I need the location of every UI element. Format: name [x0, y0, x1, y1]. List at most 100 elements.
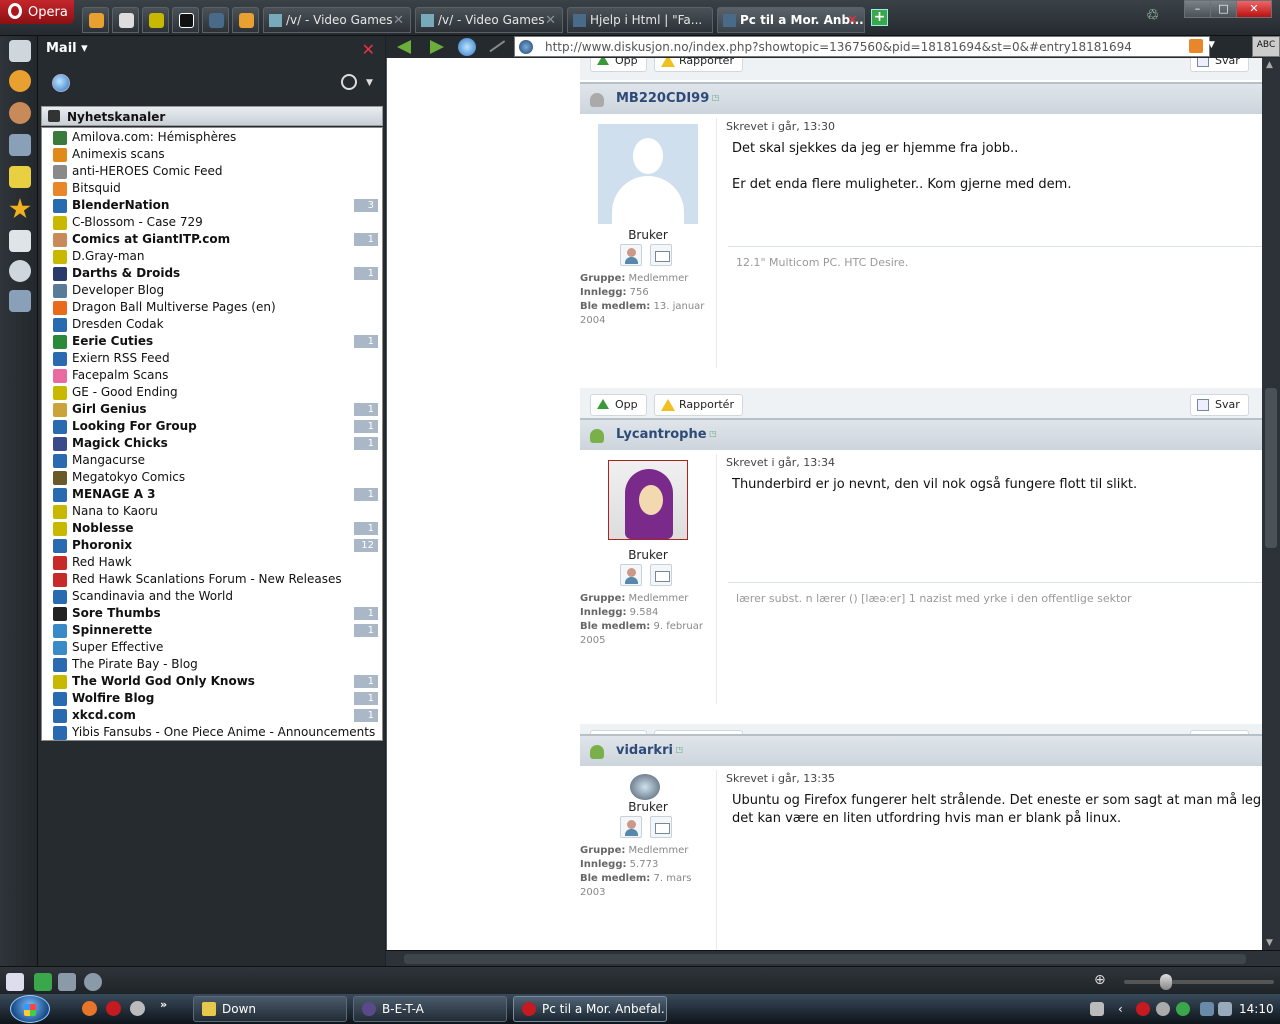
opera-tray-icon[interactable]	[1136, 1002, 1150, 1016]
search-input[interactable]: ABC	[1252, 36, 1280, 57]
feed-item[interactable]: Exiern RSS Feed	[42, 350, 382, 367]
chevron-down-icon[interactable]: ▼	[1208, 40, 1215, 50]
author-link[interactable]: MB220CDI99	[616, 91, 719, 106]
forward-button[interactable]	[426, 38, 448, 56]
edit-icon[interactable]	[484, 33, 506, 53]
feed-item[interactable]: The Pirate Bay - Blog	[42, 656, 382, 673]
feed-item[interactable]: Nana to Kaoru	[42, 503, 382, 520]
tab-pc-til-mor[interactable]: Pc til a Mor. Anb... ✕	[717, 7, 865, 33]
firefox-icon[interactable]	[82, 1001, 97, 1016]
scroll-up-icon[interactable]: ▲	[1266, 60, 1273, 70]
vertical-scrollbar[interactable]: ▲ ▼	[1262, 58, 1280, 950]
profile-icon[interactable]	[620, 816, 642, 838]
chevron-down-icon[interactable]: ▼	[366, 78, 373, 88]
send-message-icon[interactable]	[650, 564, 672, 586]
scroll-down-icon[interactable]: ▼	[1266, 938, 1273, 948]
windows-panel-icon[interactable]	[9, 40, 31, 62]
contacts-panel-icon[interactable]	[9, 102, 31, 124]
feed-item[interactable]: Dresden Codak	[42, 316, 382, 333]
rss-icon[interactable]	[1189, 39, 1203, 53]
feed-item[interactable]: C-Blossom - Case 729	[42, 214, 382, 231]
feed-item[interactable]: Amilova.com: Hémisphères	[42, 129, 382, 146]
feed-item[interactable]: Red Hawk Scanlations Forum - New Release…	[42, 571, 382, 588]
minimize-button[interactable]: –	[1184, 0, 1211, 18]
feed-item[interactable]: Girl Genius 1	[42, 401, 382, 418]
scrollbar-thumb[interactable]	[404, 954, 1246, 964]
author-link[interactable]: vidarkri	[616, 743, 683, 758]
up-button[interactable]: Opp	[590, 394, 647, 416]
trash-icon[interactable]: ♲	[1146, 6, 1164, 26]
reply-button[interactable]: Svar	[1190, 58, 1249, 72]
pinned-tab-1[interactable]	[82, 7, 109, 33]
mail-panel-icon[interactable]	[9, 70, 31, 92]
feed-item[interactable]: Yibis Fansubs - One Piece Anime - Announ…	[42, 724, 382, 740]
close-panel-icon[interactable]: ✕	[362, 40, 375, 59]
pinned-tab-4[interactable]	[172, 7, 199, 33]
up-button[interactable]: Opp	[590, 58, 647, 72]
task-opera[interactable]: Pc til a Mor. Anbefal...	[513, 996, 667, 1022]
close-window-button[interactable]: ✕	[1236, 0, 1272, 18]
scrollbar-thumb[interactable]	[1265, 388, 1277, 548]
keyboard-icon[interactable]	[1090, 1002, 1104, 1016]
more-chevron-icon[interactable]: »	[160, 998, 167, 1011]
feed-item[interactable]: Dragon Ball Multiverse Pages (en)	[42, 299, 382, 316]
feed-item[interactable]: Sore Thumbs 1	[42, 605, 382, 622]
feed-item[interactable]: Looking For Group 1	[42, 418, 382, 435]
feed-item[interactable]: Bitsquid	[42, 180, 382, 197]
profile-icon[interactable]	[620, 244, 642, 266]
feed-item[interactable]: Darths & Droids 1	[42, 265, 382, 282]
reload-icon[interactable]	[458, 38, 476, 56]
profile-icon[interactable]	[620, 564, 642, 586]
reply-button[interactable]: Svar	[1190, 394, 1249, 416]
quicklaunch-icon[interactable]	[130, 1001, 145, 1016]
wand-icon[interactable]	[1229, 38, 1245, 56]
zoom-slider-handle[interactable]	[1160, 974, 1172, 990]
sync-icon[interactable]	[34, 973, 52, 991]
tools-panel-icon[interactable]	[9, 290, 31, 312]
check-mail-icon[interactable]	[52, 74, 70, 92]
pinned-tab-2[interactable]	[112, 7, 139, 33]
feed-item[interactable]: GE - Good Ending	[42, 384, 382, 401]
tab-video-games-2[interactable]: /v/ - Video Games ✕	[415, 7, 563, 33]
report-button[interactable]: Rapportér	[654, 58, 743, 72]
feed-item[interactable]: Red Hawk	[42, 554, 382, 571]
task-beta[interactable]: B-E-T-A	[353, 996, 507, 1022]
start-button[interactable]	[10, 995, 50, 1023]
feed-item[interactable]: The World God Only Knows 1	[42, 673, 382, 690]
feed-item[interactable]: anti-HEROES Comic Feed	[42, 163, 382, 180]
send-message-icon[interactable]	[650, 244, 672, 266]
back-button[interactable]	[394, 38, 416, 56]
close-tab-icon[interactable]: ✕	[393, 13, 404, 28]
feed-item[interactable]: Developer Blog	[42, 282, 382, 299]
maximize-button[interactable]: □	[1210, 0, 1237, 18]
notes-panel-icon[interactable]	[9, 166, 31, 188]
transfers-panel-icon[interactable]	[9, 230, 31, 252]
turbo-icon[interactable]	[84, 973, 102, 991]
feed-item[interactable]: Scandinavia and the World	[42, 588, 382, 605]
feed-item[interactable]: xkcd.com 1	[42, 707, 382, 724]
bookmarks-panel-icon[interactable]	[9, 198, 31, 219]
feed-item[interactable]: MENAGE A 3 1	[42, 486, 382, 503]
feed-item[interactable]: BlenderNation 3	[42, 197, 382, 214]
close-tab-icon[interactable]: ✕	[545, 13, 556, 28]
feed-item[interactable]: D.Gray-man	[42, 248, 382, 265]
feed-item[interactable]: Wolfire Blog 1	[42, 690, 382, 707]
feed-item[interactable]: Comics at GiantITP.com 1	[42, 231, 382, 248]
report-button[interactable]: Rapportér	[654, 394, 743, 416]
feeds-panel-icon[interactable]	[9, 134, 31, 156]
horizontal-scrollbar[interactable]	[386, 950, 1280, 966]
address-bar[interactable]: http://www.diskusjon.no/index.php?showto…	[514, 36, 1210, 57]
volume-tray-icon[interactable]	[1218, 1002, 1232, 1016]
utorrent-tray-icon[interactable]	[1176, 1002, 1190, 1016]
new-tab-button[interactable]: +	[871, 9, 888, 26]
feed-item[interactable]: Phoronix 12	[42, 537, 382, 554]
chevron-left-icon[interactable]: ‹	[1118, 1002, 1132, 1016]
zoom-slider[interactable]	[1124, 980, 1274, 984]
opera-menu-button[interactable]: Opera	[0, 0, 74, 24]
unite-icon[interactable]	[58, 973, 76, 991]
pinned-tab-5[interactable]	[202, 7, 229, 33]
opera-icon[interactable]	[106, 1001, 121, 1016]
pinned-tab-6[interactable]	[232, 7, 259, 33]
feed-item[interactable]: Megatokyo Comics	[42, 469, 382, 486]
feed-item[interactable]: Spinnerette 1	[42, 622, 382, 639]
